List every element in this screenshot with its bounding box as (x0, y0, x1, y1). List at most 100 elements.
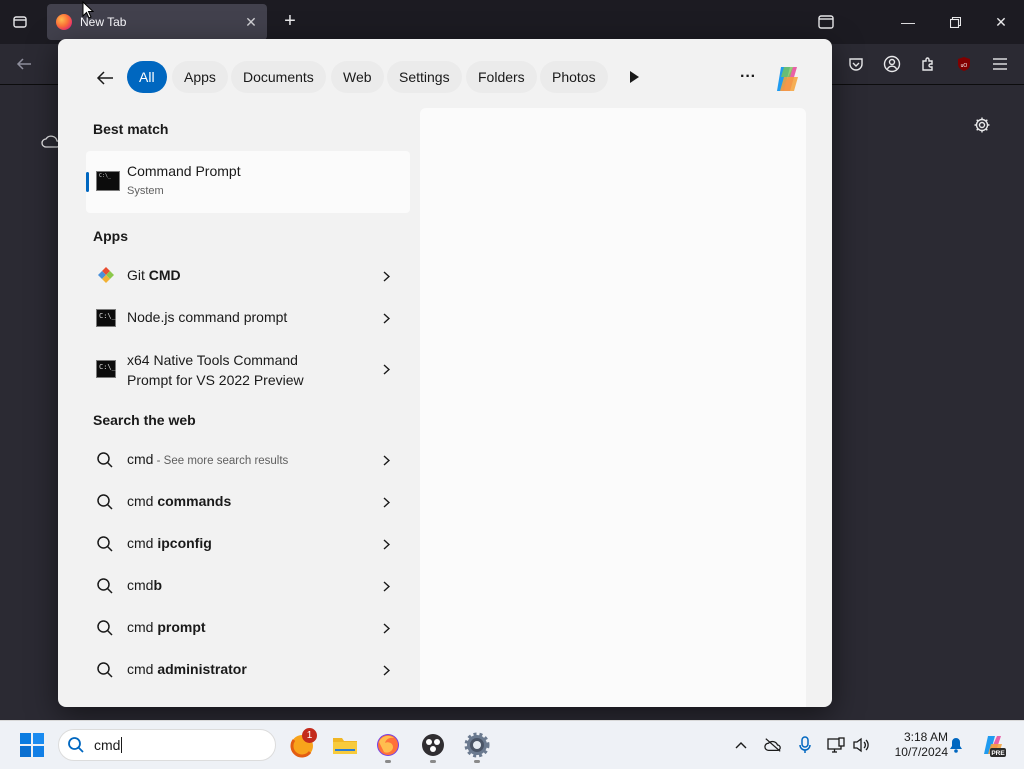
close-tab-icon[interactable]: ✕ (241, 12, 261, 32)
system-clock[interactable]: 3:18 AM 10/7/2024 (878, 730, 948, 760)
search-the-web-heading: Search the web (93, 412, 196, 428)
filter-chip-documents[interactable]: Documents (231, 61, 326, 93)
best-match-heading: Best match (93, 121, 169, 137)
running-indicator (474, 760, 480, 763)
ublock-origin-icon[interactable]: uO (954, 54, 974, 74)
notification-badge: 1 (302, 728, 317, 743)
command-prompt-icon: C:\_ (96, 171, 120, 191)
start-search-panel: All Apps Documents Web Settings Folders … (58, 39, 832, 707)
notification-bell-icon[interactable] (947, 736, 965, 754)
restore-button[interactable] (941, 8, 969, 36)
volume-icon[interactable] (852, 736, 870, 754)
firefox-app-icon[interactable] (375, 732, 401, 758)
running-indicator (430, 760, 436, 763)
list-all-tabs-icon[interactable] (8, 10, 32, 34)
text-caret (121, 737, 123, 753)
filter-chip-apps[interactable]: Apps (172, 61, 228, 93)
result-preview-pane (420, 108, 806, 707)
search-filter-bar: All Apps Documents Web Settings Folders … (58, 39, 832, 117)
web-result-cmd-ipconfig[interactable]: cmd ipconfig (86, 524, 410, 564)
chevron-right-icon[interactable] (379, 536, 393, 552)
filter-chip-all[interactable]: All (127, 61, 167, 93)
pocket-icon[interactable] (846, 54, 866, 74)
result-label: cmd administrator (127, 661, 247, 677)
copilot-preview-icon[interactable]: PRE (980, 733, 1006, 759)
obs-studio-icon[interactable] (420, 732, 446, 758)
chevron-right-icon[interactable] (379, 494, 393, 510)
file-explorer-icon[interactable] (332, 732, 358, 758)
running-indicator (385, 760, 391, 763)
best-match-result[interactable]: C:\_ Command Prompt System (86, 151, 410, 213)
git-icon (96, 267, 116, 285)
settings-gear-app-icon[interactable] (464, 732, 490, 758)
apps-heading: Apps (93, 228, 128, 244)
tab-title: New Tab (80, 15, 127, 29)
app-result-x64-native-tools[interactable]: C:\_ x64 Native Tools Command Prompt for … (86, 341, 410, 397)
search-icon (96, 535, 116, 553)
browser-tabstrip: New Tab ✕ + — ✕ (0, 0, 1024, 44)
result-label: cmd commands (127, 493, 232, 509)
search-icon (96, 661, 116, 679)
web-result-cmd-commands[interactable]: cmd commands (86, 482, 410, 522)
browser-tab[interactable]: New Tab ✕ (47, 4, 267, 40)
firefox-view-icon[interactable] (812, 8, 840, 36)
svg-text:uO: uO (961, 63, 968, 69)
taskbar-search-box[interactable]: cmd (58, 729, 276, 761)
mouse-cursor-icon (82, 0, 95, 19)
terminal-icon: C:\_ (96, 360, 116, 378)
result-label: cmd prompt (127, 619, 206, 635)
chevron-right-icon[interactable] (379, 310, 393, 326)
new-tab-button[interactable]: + (279, 11, 301, 33)
web-result-cmd[interactable]: cmd - See more search results (86, 440, 410, 480)
filter-chip-photos[interactable]: Photos (540, 61, 608, 93)
clock-date: 10/7/2024 (894, 745, 948, 759)
windows-start-icon[interactable] (20, 733, 44, 757)
hamburger-menu-icon[interactable] (990, 54, 1010, 74)
minimize-button[interactable]: — (894, 8, 922, 36)
filter-chip-settings[interactable]: Settings (387, 61, 462, 93)
account-icon[interactable] (882, 54, 902, 74)
more-filters-play-icon[interactable] (626, 69, 642, 85)
selection-indicator (86, 172, 89, 192)
search-icon (96, 577, 116, 595)
filter-chip-folders[interactable]: Folders (466, 61, 537, 93)
result-label: cmd - See more search results (127, 451, 289, 467)
result-label: cmd ipconfig (127, 535, 212, 551)
onedrive-offline-icon[interactable] (764, 736, 782, 754)
clock-time: 3:18 AM (903, 730, 948, 744)
back-arrow-icon[interactable] (14, 54, 34, 74)
extensions-icon[interactable] (918, 54, 938, 74)
back-arrow-icon[interactable] (94, 67, 116, 89)
terminal-icon: C:\_ (96, 309, 116, 327)
web-result-cmdb[interactable]: cmdb (86, 566, 410, 606)
web-result-cmd-prompt[interactable]: cmd prompt (86, 608, 410, 648)
chevron-right-icon[interactable] (379, 268, 393, 284)
result-label: x64 Native Tools Command Prompt for VS 20… (127, 352, 304, 388)
search-icon (96, 451, 116, 469)
result-label: Node.js command prompt (127, 309, 288, 325)
chevron-right-icon[interactable] (379, 620, 393, 636)
chevron-right-icon[interactable] (379, 578, 393, 594)
web-result-cmd-administrator[interactable]: cmd administrator (86, 650, 410, 690)
chevron-right-icon[interactable] (379, 662, 393, 678)
close-window-button[interactable]: ✕ (987, 8, 1015, 36)
copilot-icon[interactable] (771, 63, 803, 95)
search-icon (96, 493, 116, 511)
copilot-pre-badge: PRE (991, 750, 1005, 757)
filter-chip-web[interactable]: Web (331, 61, 384, 93)
result-label: cmdb (127, 577, 163, 593)
app-result-nodejs-command-prompt[interactable]: C:\_ Node.js command prompt (86, 298, 410, 338)
microphone-icon[interactable] (796, 736, 814, 754)
chevron-right-icon[interactable] (379, 452, 393, 468)
show-hidden-icons-chevron-up-icon[interactable] (732, 736, 750, 754)
search-input[interactable]: cmd (94, 737, 123, 753)
settings-gear-icon[interactable] (973, 116, 993, 136)
app-result-git-cmd[interactable]: Git CMD (86, 256, 410, 296)
search-icon (96, 619, 116, 637)
more-options-button[interactable]: ··· (737, 67, 759, 89)
chevron-right-icon[interactable] (379, 361, 393, 377)
search-icon (67, 736, 85, 754)
network-icon[interactable] (827, 736, 845, 754)
firefox-favicon-icon (56, 14, 72, 30)
best-match-name: Command Prompt (127, 163, 241, 179)
